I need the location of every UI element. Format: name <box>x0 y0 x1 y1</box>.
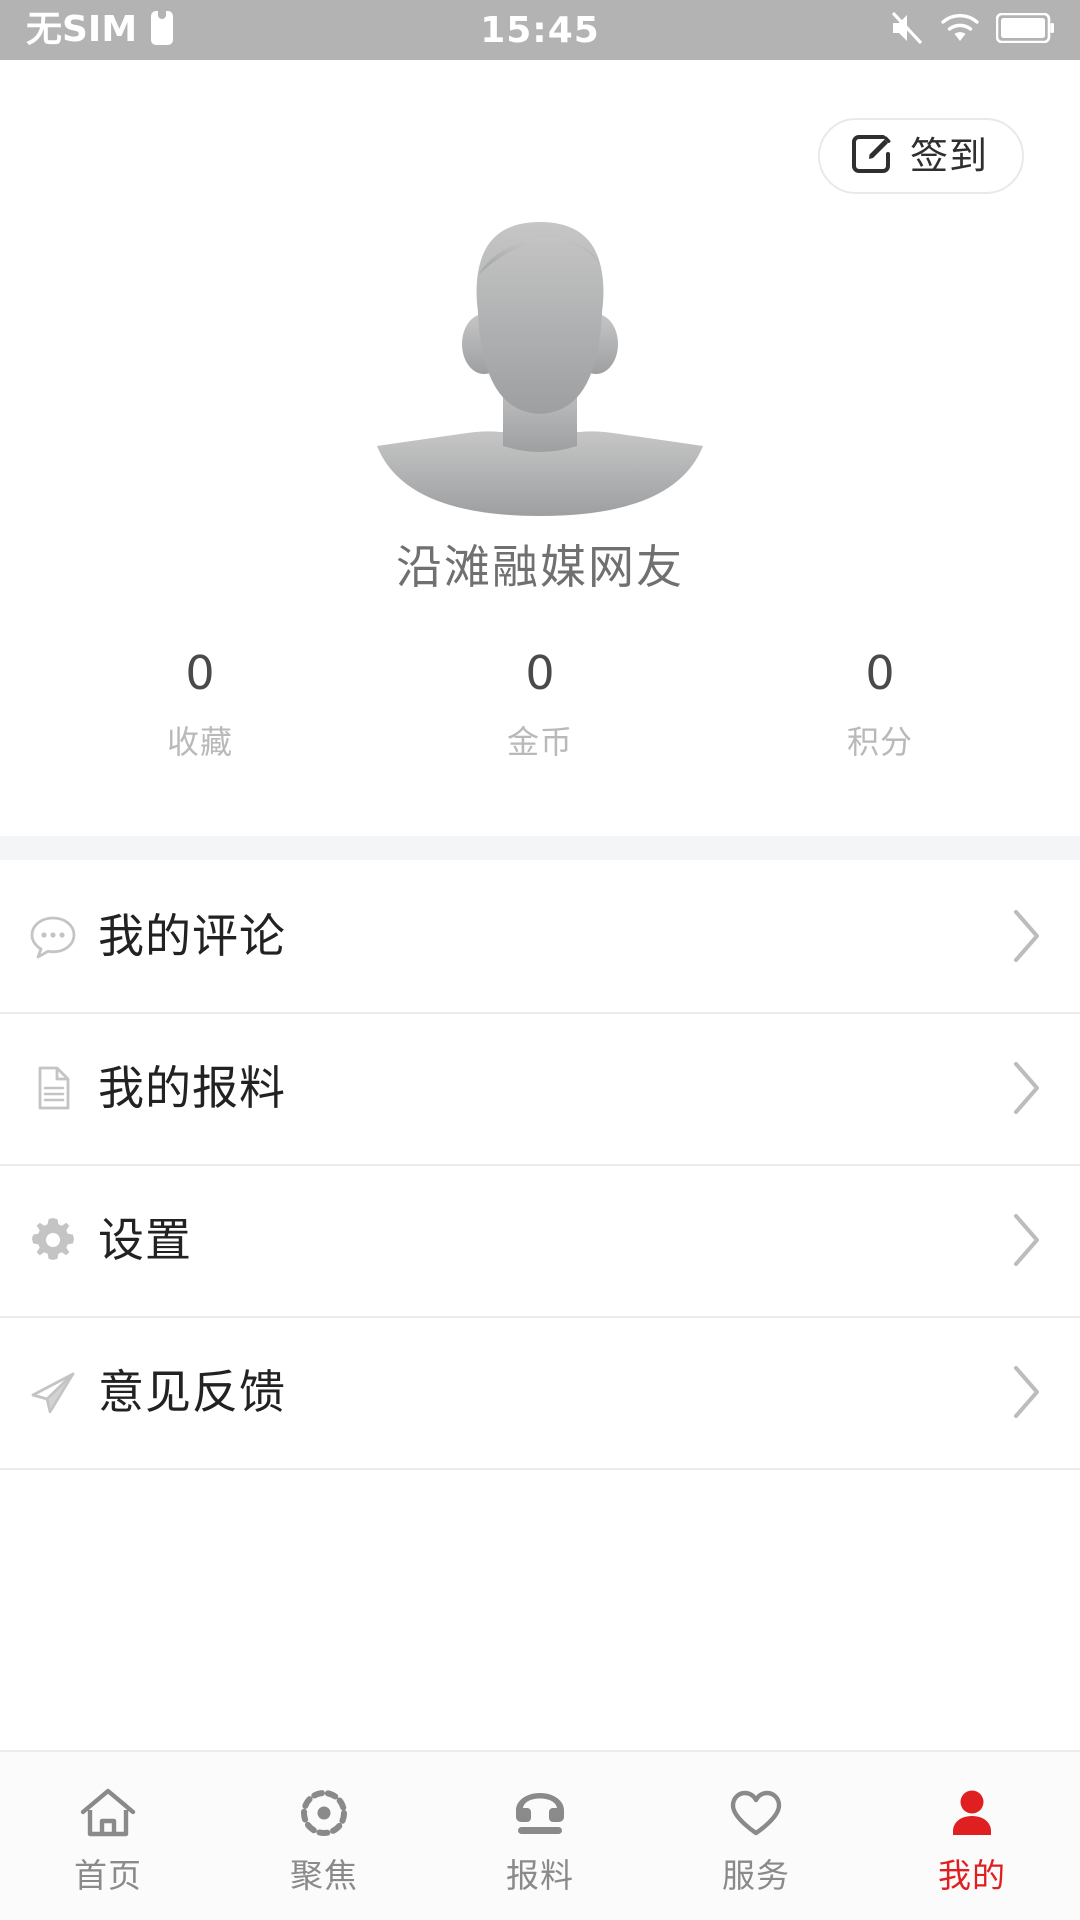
tab-label: 服务 <box>722 1855 790 1895</box>
menu-item-my-comments[interactable]: 我的评论 <box>0 860 1080 1012</box>
carrier-label: 无SIM <box>26 9 138 50</box>
stats-row: 0 收藏 0 金币 0 积分 <box>0 650 1080 758</box>
stat-favorites[interactable]: 0 收藏 <box>30 650 370 758</box>
person-icon <box>942 1781 1002 1843</box>
menu-item-label: 我的报料 <box>98 1061 286 1115</box>
stat-label: 积分 <box>846 723 913 761</box>
tab-mine[interactable]: 我的 <box>864 1752 1080 1920</box>
default-avatar-silhouette <box>377 222 703 516</box>
stat-label: 金币 <box>506 723 573 761</box>
document-icon <box>28 1063 90 1113</box>
chevron-right-icon <box>1010 1059 1044 1117</box>
signin-button-label: 签到 <box>909 134 988 178</box>
sim-card-icon <box>151 11 174 49</box>
battery-icon <box>995 12 1054 47</box>
tab-home[interactable]: 首页 <box>0 1752 216 1920</box>
menu-item-feedback[interactable]: 意见反馈 <box>0 1316 1080 1468</box>
section-divider-band <box>0 836 1080 860</box>
stat-label: 收藏 <box>166 723 233 761</box>
status-bar-left: 无SIM <box>0 9 174 50</box>
signin-row: 签到 <box>0 60 1080 194</box>
username-label: 沿滩融媒网友 <box>396 540 684 594</box>
tab-label: 首页 <box>74 1855 142 1895</box>
gear-icon <box>28 1215 90 1265</box>
bottom-navigation: 首页 聚焦 报料 服务 我的 <box>0 1750 1080 1920</box>
stat-coins[interactable]: 0 金币 <box>370 650 710 758</box>
menu-list: 我的评论 我的报料 设置 意见反馈 <box>0 860 1080 1470</box>
chevron-right-icon <box>1010 1363 1044 1421</box>
tab-report[interactable]: 报料 <box>432 1752 648 1920</box>
avatar[interactable] <box>0 216 1080 516</box>
tab-focus[interactable]: 聚焦 <box>216 1752 432 1920</box>
stat-points[interactable]: 0 积分 <box>710 650 1050 758</box>
heart-icon <box>726 1781 786 1843</box>
paper-plane-icon <box>28 1367 90 1417</box>
menu-bottom-divider <box>0 1468 1080 1470</box>
status-bar-right <box>890 11 1080 48</box>
signin-button[interactable]: 签到 <box>817 118 1024 194</box>
menu-item-settings[interactable]: 设置 <box>0 1164 1080 1316</box>
comment-bubble-icon <box>28 911 90 961</box>
menu-item-label: 我的评论 <box>98 909 286 963</box>
mute-icon <box>890 11 924 48</box>
focus-target-icon <box>294 1781 354 1843</box>
profile-section: 签到 沿滩融媒网友 0 收藏 0 金币 0 积分 <box>0 60 1080 758</box>
tab-label: 我的 <box>938 1855 1006 1895</box>
chevron-right-icon <box>1010 1211 1044 1269</box>
telephone-icon <box>510 1781 570 1843</box>
stat-value: 0 <box>525 646 555 700</box>
status-bar: 无SIM 15:45 <box>0 0 1080 60</box>
menu-item-my-reports[interactable]: 我的报料 <box>0 1012 1080 1164</box>
menu-item-label: 设置 <box>98 1213 192 1267</box>
stat-value: 0 <box>185 646 215 700</box>
tab-label: 报料 <box>506 1855 574 1895</box>
tab-label: 聚焦 <box>290 1855 358 1895</box>
edit-square-icon <box>850 132 894 180</box>
wifi-icon <box>940 13 980 47</box>
stat-value: 0 <box>865 646 895 700</box>
home-icon <box>78 1781 138 1843</box>
tab-service[interactable]: 服务 <box>648 1752 864 1920</box>
chevron-right-icon <box>1010 907 1044 965</box>
menu-item-label: 意见反馈 <box>98 1365 286 1419</box>
